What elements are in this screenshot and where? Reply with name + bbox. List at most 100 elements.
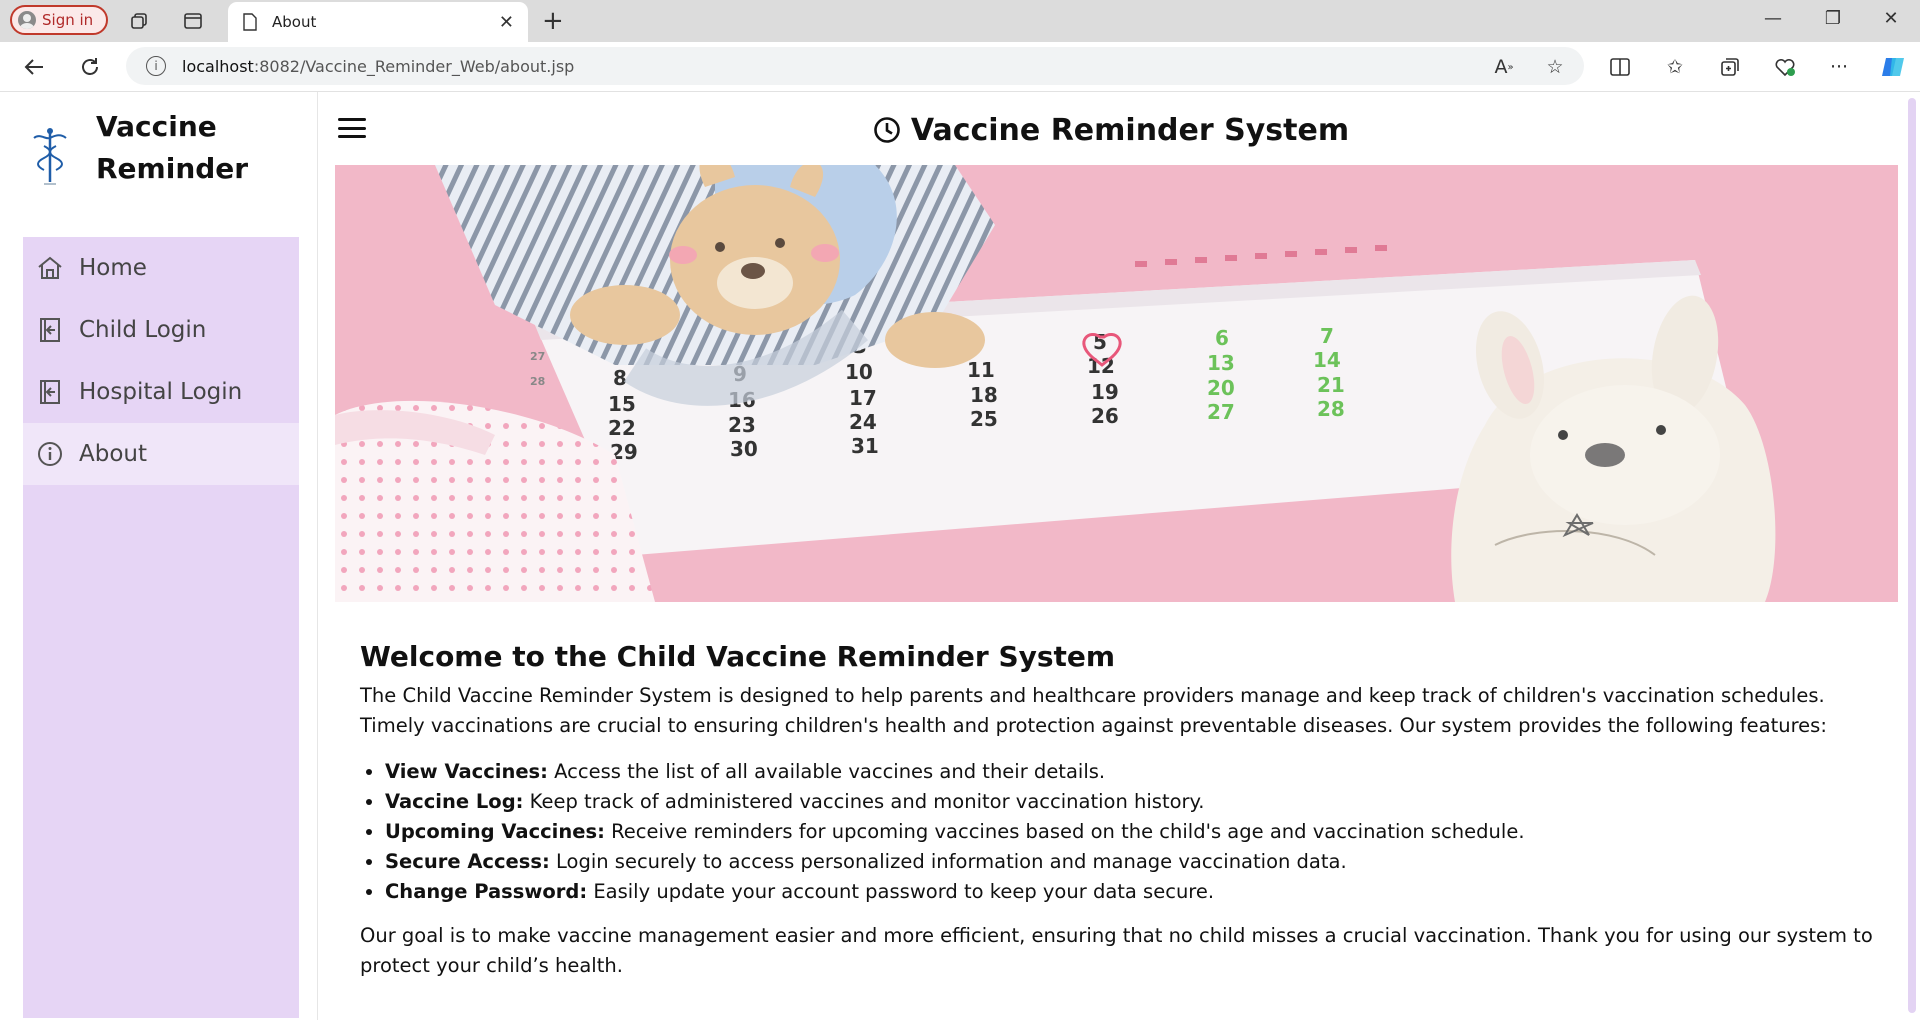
restore-icon[interactable]: ❐ xyxy=(1818,8,1848,29)
welcome-title: Welcome to the Child Vaccine Reminder Sy… xyxy=(360,640,1116,673)
page-scrollbar[interactable] xyxy=(1904,92,1920,1020)
address-bar[interactable]: i localhost:8082/Vaccine_Reminder_Web/ab… xyxy=(126,47,1584,85)
intro-paragraph: The Child Vaccine Reminder System is des… xyxy=(360,684,1827,737)
calendar-teddy-illustration: 27 1 2 3 5 6 7 28 8 9 10 11 12 13 14 15 xyxy=(335,165,1898,602)
calendar-number: 27 xyxy=(1207,400,1235,424)
calendar-number: 24 xyxy=(849,410,877,434)
read-aloud-icon[interactable]: A» xyxy=(1491,54,1517,80)
feature-name: View Vaccines: xyxy=(385,760,548,783)
login-icon xyxy=(37,317,63,343)
close-window-icon[interactable]: ✕ xyxy=(1876,8,1906,29)
calendar-number: 18 xyxy=(970,383,998,407)
sidebar-item-hospital-login[interactable]: Hospital Login xyxy=(23,361,299,423)
main-content: Vaccine Reminder System 27 5 6 7 28 8 9 … xyxy=(318,92,1904,1020)
list-item: View Vaccines: Access the list of all av… xyxy=(385,757,1890,787)
feature-text: Keep track of administered vaccines and … xyxy=(523,790,1205,813)
calendar-number: 10 xyxy=(845,360,873,384)
sign-in-label: Sign in xyxy=(42,11,94,29)
refresh-icon[interactable] xyxy=(76,53,104,81)
feature-name: Change Password: xyxy=(385,880,588,903)
calendar-number: 21 xyxy=(1317,373,1345,397)
home-icon xyxy=(37,255,63,281)
sign-in-button[interactable]: Sign in xyxy=(10,5,108,35)
sidebar-item-label: About xyxy=(79,441,148,467)
tab-actions-icon[interactable] xyxy=(181,9,205,33)
clock-icon xyxy=(874,117,900,143)
calendar-number: 6 xyxy=(1215,326,1229,350)
list-item: Upcoming Vaccines: Receive reminders for… xyxy=(385,817,1890,847)
feature-text: Easily update your account password to k… xyxy=(587,880,1215,903)
url-path: :8082/Vaccine_Reminder_Web/about.jsp xyxy=(253,56,575,76)
minimize-icon[interactable]: — xyxy=(1758,8,1788,29)
calendar-number: 17 xyxy=(849,386,877,410)
calendar-number: 13 xyxy=(1207,351,1235,375)
favorite-star-icon[interactable]: ☆ xyxy=(1542,54,1568,80)
feature-name: Secure Access: xyxy=(385,850,550,873)
calendar-number: 23 xyxy=(728,413,756,437)
calendar-number: 11 xyxy=(967,358,995,382)
about-section: Welcome to the Child Vaccine Reminder Sy… xyxy=(360,640,1890,981)
page-icon xyxy=(243,13,257,31)
calendar-number: 19 xyxy=(1091,380,1119,404)
browser-essentials-icon[interactable] xyxy=(1772,54,1798,80)
info-icon xyxy=(37,441,63,467)
copilot-icon[interactable] xyxy=(1880,54,1906,80)
calendar-number: 25 xyxy=(970,407,998,431)
tab-title: About xyxy=(272,13,317,31)
login-icon xyxy=(37,379,63,405)
back-icon[interactable] xyxy=(20,53,48,81)
sidebar-menu: Home Child Login Hospital Login About xyxy=(23,237,299,1018)
sidebar-item-label: Hospital Login xyxy=(79,379,243,405)
calendar-number: 28 xyxy=(530,375,545,388)
feature-name: Vaccine Log: xyxy=(385,790,524,813)
workspaces-icon[interactable] xyxy=(128,9,152,33)
scrollbar-thumb[interactable] xyxy=(1908,98,1916,1013)
more-options-icon[interactable]: ··· xyxy=(1826,54,1852,80)
collections-icon[interactable] xyxy=(1717,54,1743,80)
sidebar-item-label: Home xyxy=(79,255,147,281)
closing-paragraph: Our goal is to make vaccine management e… xyxy=(360,924,1873,977)
sidebar-item-about[interactable]: About xyxy=(23,423,299,485)
brand-name: Vaccine Reminder xyxy=(96,106,276,190)
calendar-number: 27 xyxy=(530,350,545,363)
calendar-number: 15 xyxy=(608,392,636,416)
favorites-icon[interactable]: ✩ xyxy=(1662,54,1688,80)
list-item: Secure Access: Login securely to access … xyxy=(385,847,1890,877)
calendar-number: 31 xyxy=(851,434,879,458)
hero-image: 27 1 2 3 5 6 7 28 8 9 10 11 12 13 14 15 xyxy=(335,165,1898,602)
brand-line-2: Reminder xyxy=(96,152,249,185)
brand-line-1: Vaccine xyxy=(96,110,217,143)
calendar-number: 20 xyxy=(1207,376,1235,400)
url-host: localhost xyxy=(182,56,254,76)
feature-name: Upcoming Vaccines: xyxy=(385,820,605,843)
tab-about[interactable]: About ✕ xyxy=(228,2,528,42)
caduceus-logo-icon xyxy=(33,128,67,185)
sidebar: Vaccine Reminder Home Child Login Hospit… xyxy=(0,92,318,1020)
brand: Vaccine Reminder xyxy=(30,106,276,190)
browser-toolbar: i localhost:8082/Vaccine_Reminder_Web/ab… xyxy=(0,42,1920,92)
sidebar-item-child-login[interactable]: Child Login xyxy=(23,299,299,361)
calendar-number: 22 xyxy=(608,416,636,440)
feature-list: View Vaccines: Access the list of all av… xyxy=(385,757,1890,907)
list-item: Vaccine Log: Keep track of administered … xyxy=(385,787,1890,817)
calendar-number: 26 xyxy=(1091,404,1119,428)
profile-icon xyxy=(18,11,36,29)
calendar-number: 14 xyxy=(1313,348,1341,372)
calendar-number: 28 xyxy=(1317,397,1345,421)
calendar-number: 30 xyxy=(730,437,758,461)
close-tab-icon[interactable]: ✕ xyxy=(499,12,514,33)
page-title: Vaccine Reminder System xyxy=(318,106,1904,154)
split-screen-icon[interactable] xyxy=(1607,54,1633,80)
browser-tab-strip: Sign in About ✕ + — ❐ ✕ xyxy=(0,0,1920,42)
calendar-number: 7 xyxy=(1320,324,1334,348)
calendar-number: 8 xyxy=(613,366,627,390)
web-page: Vaccine Reminder Home Child Login Hospit… xyxy=(0,92,1920,1020)
feature-text: Receive reminders for upcoming vaccines … xyxy=(604,820,1525,843)
sidebar-item-home[interactable]: Home xyxy=(23,237,299,299)
new-tab-icon[interactable]: + xyxy=(542,6,564,36)
site-info-icon[interactable]: i xyxy=(146,56,166,76)
feature-text: Access the list of all available vaccine… xyxy=(547,760,1106,783)
list-item: Change Password: Easily update your acco… xyxy=(385,877,1890,907)
page-title-text: Vaccine Reminder System xyxy=(910,112,1350,148)
sidebar-item-label: Child Login xyxy=(79,317,207,343)
